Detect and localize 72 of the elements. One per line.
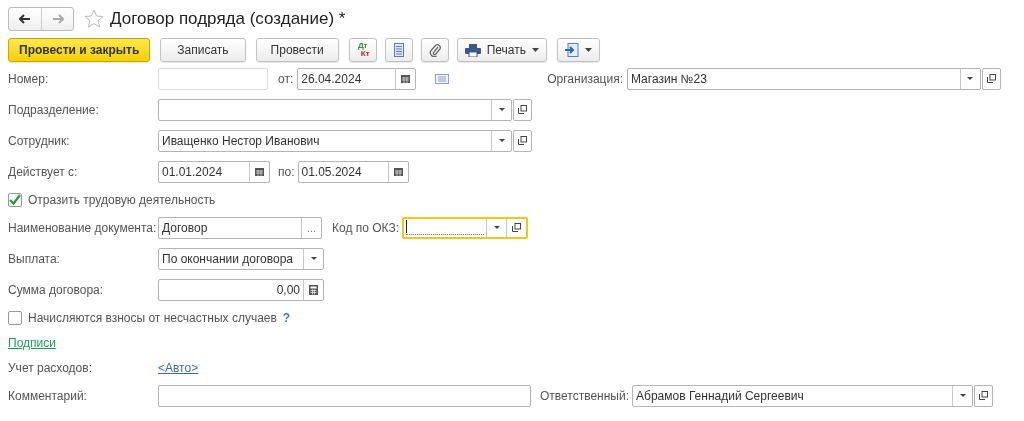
window-title: Договор подряда (создание) * <box>110 9 346 29</box>
caret-icon <box>585 48 592 52</box>
calendar-icon <box>393 167 403 176</box>
calendar-icon <box>401 74 411 83</box>
toolbar-button[interactable]: Провести <box>255 38 339 62</box>
department-field[interactable] <box>158 98 512 121</box>
payment-field[interactable]: По окончании договора <box>158 247 324 270</box>
field-label: Сумма договора: <box>8 282 105 297</box>
open-window-icon <box>518 105 527 114</box>
number-field[interactable] <box>158 67 268 90</box>
field-label: от: <box>278 71 294 86</box>
printer-icon <box>464 43 481 57</box>
star-icon[interactable] <box>84 9 104 29</box>
field-label: Комментарий: <box>8 388 88 403</box>
open-button[interactable] <box>981 67 1001 90</box>
left-arrow-icon <box>19 14 31 24</box>
open-button[interactable] <box>513 129 532 152</box>
print-button[interactable]: Печать <box>456 38 547 62</box>
field-label: Подразделение: <box>8 102 100 117</box>
list-icon <box>393 43 404 57</box>
responsible-field[interactable]: Абрамов Геннадий Сергеевич <box>632 384 974 407</box>
post-and-close-button[interactable]: Провести и закрыть <box>8 38 151 62</box>
open-button[interactable] <box>974 384 994 407</box>
checkbox[interactable] <box>8 310 22 325</box>
paperclip-icon <box>428 43 441 57</box>
select-button[interactable]: ... <box>301 217 321 238</box>
field-label: Учет расходов: <box>8 360 93 375</box>
open-window-icon <box>518 136 527 145</box>
caret-icon <box>967 77 974 80</box>
checkbox-label: Начисляются взносы от несчастных случаев <box>28 310 277 325</box>
export-button[interactable] <box>557 38 600 62</box>
field-label: Выплата: <box>8 251 61 266</box>
field-label: Код по ОКЗ: <box>332 220 399 235</box>
open-window-icon <box>986 74 996 83</box>
comment-field[interactable] <box>158 384 531 407</box>
caret-icon <box>493 226 500 229</box>
calculator-icon <box>309 284 318 295</box>
document-name-field[interactable]: Договор ... <box>158 216 322 239</box>
okz-code-field[interactable] <box>402 216 528 239</box>
date-field[interactable]: 26.04.2024 <box>297 67 417 90</box>
field-label: по: <box>278 164 295 179</box>
field-label: Организация: <box>547 71 623 86</box>
open-window-icon <box>512 223 521 232</box>
attach-button[interactable] <box>420 38 449 62</box>
checkbox-label: Отразить трудовую деятельность <box>28 192 216 207</box>
document-lines-icon[interactable] <box>435 73 450 84</box>
employee-field[interactable]: Иващенко Нестор Иванович <box>158 129 512 152</box>
calendar-icon <box>255 167 264 176</box>
open-window-icon <box>979 391 989 400</box>
caret-icon <box>498 108 505 111</box>
date-field[interactable]: 01.01.2024 <box>158 160 270 183</box>
caret-icon <box>959 394 966 397</box>
help-link[interactable]: ? <box>282 310 291 325</box>
date-field[interactable]: 01.05.2024 <box>297 160 409 183</box>
organization-field[interactable]: Магазин №23 <box>626 67 981 90</box>
caret-icon <box>532 48 539 52</box>
auto-link[interactable]: <Авто> <box>158 360 199 375</box>
toolbar-button[interactable]: Записать <box>160 38 246 62</box>
caret-icon <box>310 257 317 260</box>
field-label: Номер: <box>8 71 50 86</box>
dt-kt-button[interactable]: Дт Кт <box>348 38 377 62</box>
checkbox[interactable] <box>8 192 22 207</box>
field-label: Ответственный: <box>540 388 630 403</box>
caret-icon <box>498 139 505 142</box>
field-label: Наименование документа: <box>8 220 158 235</box>
signatures-link[interactable]: Подписи <box>8 335 56 350</box>
amount-field[interactable]: 0,00 <box>158 278 324 301</box>
list-button[interactable] <box>384 38 413 62</box>
right-arrow-icon <box>51 14 64 24</box>
field-label: Сотрудник: <box>8 133 71 148</box>
field-label: Действует с: <box>8 164 79 179</box>
open-button[interactable] <box>513 98 532 121</box>
